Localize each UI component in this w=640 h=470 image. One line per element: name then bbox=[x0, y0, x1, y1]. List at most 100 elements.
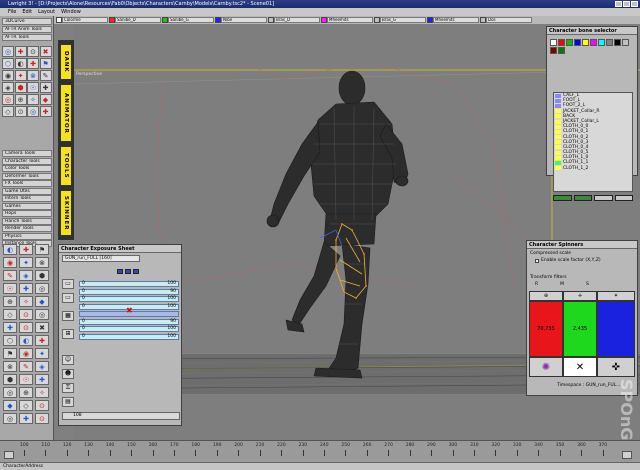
tool-icon[interactable]: ⊕ bbox=[3, 296, 17, 307]
tool-icon[interactable]: ◇ bbox=[3, 309, 17, 320]
attribute-label[interactable]: Colorme bbox=[62, 17, 108, 23]
filter-r[interactable]: R bbox=[535, 282, 538, 287]
menu-file[interactable]: File bbox=[8, 8, 16, 16]
exposure-row[interactable]: 0 90 bbox=[79, 318, 179, 325]
prev-key-button[interactable] bbox=[117, 269, 123, 274]
blue-spinner[interactable] bbox=[597, 301, 635, 357]
tool-icon[interactable]: ✎ bbox=[19, 361, 33, 372]
exposure-row[interactable]: 0 100 bbox=[79, 281, 179, 287]
tool-icon[interactable]: ⊙ bbox=[19, 309, 33, 320]
filter-s[interactable]: S bbox=[586, 282, 589, 287]
grid-icon[interactable]: ▦ bbox=[62, 311, 74, 321]
select-none-button[interactable] bbox=[573, 195, 592, 201]
tool-group-button[interactable]: Hops bbox=[2, 210, 52, 217]
tab-skinner[interactable]: SKINNER bbox=[60, 190, 72, 236]
options-button[interactable] bbox=[614, 195, 633, 201]
current-frame-field[interactable]: 108 bbox=[62, 412, 180, 420]
attribute-label[interactable]: Nibe bbox=[221, 17, 267, 23]
tool-icon[interactable]: ✦ bbox=[14, 70, 27, 81]
tool-icon[interactable]: ✚ bbox=[27, 58, 39, 69]
bone-color-swatch[interactable] bbox=[606, 39, 613, 46]
bone-list-item[interactable]: CLOTH_1_2 bbox=[554, 166, 632, 171]
timing-icon[interactable]: ⊞ bbox=[62, 329, 74, 339]
add-clip-icon[interactable]: ▭ bbox=[62, 279, 74, 289]
bone-color-swatch[interactable] bbox=[558, 47, 565, 54]
tool-icon[interactable]: ✚ bbox=[39, 82, 52, 93]
tool-icon[interactable]: ✧ bbox=[27, 94, 39, 105]
tool-icon[interactable]: ⊗ bbox=[27, 70, 39, 81]
attribute-label[interactable]: Sanibe_G bbox=[168, 17, 214, 23]
tool-icon[interactable]: ◎ bbox=[35, 283, 49, 294]
attribute-label[interactable]: Bras_D bbox=[274, 17, 320, 23]
bone-color-swatch[interactable] bbox=[566, 39, 573, 46]
menu-edit[interactable]: Edit bbox=[22, 8, 32, 16]
cross-axis-icon[interactable]: ✜ bbox=[597, 357, 635, 377]
tool-button[interactable]: AFTR Tools bbox=[2, 34, 52, 41]
select-all-button[interactable] bbox=[553, 195, 572, 201]
minimize-button[interactable] bbox=[615, 1, 622, 7]
tool-group-button[interactable]: Deformer Tools bbox=[2, 172, 52, 180]
tool-group-button[interactable]: Games bbox=[2, 202, 52, 210]
play-button[interactable] bbox=[125, 269, 131, 274]
tool-icon[interactable]: ◎ bbox=[2, 46, 14, 57]
tool-icon[interactable]: ⊙ bbox=[19, 322, 33, 333]
tool-icon[interactable]: ✚ bbox=[14, 46, 27, 57]
rotate-z-icon[interactable]: ✶ bbox=[597, 291, 635, 301]
tab-dank[interactable]: DANK bbox=[60, 44, 72, 80]
tool-icon[interactable]: ✦ bbox=[35, 348, 49, 359]
attribute-label[interactable]: Bras_G bbox=[380, 17, 426, 23]
exposure-row[interactable]: 0 100 bbox=[79, 326, 179, 332]
tool-icon[interactable]: ⬢ bbox=[35, 270, 49, 281]
bone-list[interactable]: CALF_L FOOT_L FOOT_2_L JACKET_Collar_R BACK J… bbox=[553, 92, 633, 192]
tool-icon[interactable]: ✧ bbox=[19, 296, 33, 307]
tool-group-button[interactable]: Character Tools bbox=[2, 157, 52, 165]
rotate-y-icon[interactable]: ✛ bbox=[563, 291, 597, 301]
tool-icon[interactable]: ✚ bbox=[35, 335, 49, 346]
tool-icon[interactable]: ◐ bbox=[19, 335, 33, 346]
tool-icon[interactable]: ◆ bbox=[35, 296, 49, 307]
tool-icon[interactable]: ⊕ bbox=[14, 94, 27, 105]
swirl-icon[interactable]: ✺ bbox=[529, 357, 563, 377]
key-icon[interactable]: ⚿ bbox=[62, 383, 74, 393]
bone-color-swatch[interactable] bbox=[558, 39, 565, 46]
maximize-button[interactable] bbox=[623, 1, 630, 7]
attribute-label[interactable]: Sanibe_D bbox=[115, 17, 161, 23]
bone-color-swatch[interactable] bbox=[582, 39, 589, 46]
tool-icon[interactable]: ◈ bbox=[35, 361, 49, 372]
tool-icon[interactable]: ◈ bbox=[19, 270, 33, 281]
tool-icon[interactable]: ⬡ bbox=[2, 58, 14, 69]
tool-icon[interactable]: ✚ bbox=[19, 244, 33, 255]
timeline-end-button[interactable] bbox=[622, 451, 632, 459]
tool-icon[interactable]: ◐ bbox=[3, 244, 17, 255]
tool-group-button[interactable]: Camera Tools bbox=[2, 150, 52, 157]
tab-animator[interactable]: ANIMATOR bbox=[60, 84, 72, 142]
menu-layout[interactable]: Layout bbox=[38, 8, 55, 16]
tool-group-button[interactable]: Render Tools bbox=[2, 225, 52, 232]
next-key-button[interactable] bbox=[133, 269, 139, 274]
tool-icon[interactable]: ◇ bbox=[19, 400, 33, 411]
tool-icon[interactable]: ◉ bbox=[2, 70, 14, 81]
menu-window[interactable]: Window bbox=[61, 8, 81, 16]
walk-icon[interactable]: ☺ bbox=[62, 355, 74, 365]
tool-icon[interactable]: ◉ bbox=[3, 257, 17, 268]
run-icon[interactable]: ☻ bbox=[62, 369, 74, 379]
enable-scale-checkbox[interactable] bbox=[535, 258, 539, 263]
cancel-icon[interactable]: ✕ bbox=[563, 357, 597, 377]
tool-icon[interactable]: ⊗ bbox=[35, 257, 49, 268]
tool-icon[interactable]: ⬢ bbox=[3, 374, 17, 385]
tool-group-button[interactable]: FX Tools bbox=[2, 180, 52, 187]
close-button[interactable] bbox=[631, 1, 638, 7]
tab-tools[interactable]: TOOLS bbox=[60, 146, 72, 186]
attribute-label[interactable]: Dos bbox=[486, 17, 532, 23]
tool-icon[interactable]: ◎ bbox=[3, 387, 17, 398]
tool-icon[interactable]: ⊗ bbox=[3, 361, 17, 372]
timeline[interactable]: 100 110 120 130 140 150 160 170 180 190 200 210 220 2… bbox=[0, 440, 640, 462]
tool-icon[interactable]: ⚑ bbox=[35, 244, 49, 255]
tool-icon[interactable]: ✚ bbox=[3, 322, 17, 333]
bone-color-swatch[interactable] bbox=[550, 39, 557, 46]
tool-icon[interactable]: ◆ bbox=[3, 400, 17, 411]
timeline-start-button[interactable] bbox=[4, 451, 14, 459]
tool-group-button[interactable]: Color Tools bbox=[2, 165, 52, 172]
bone-color-swatch[interactable] bbox=[590, 39, 597, 46]
tool-group-button[interactable]: Game Utils bbox=[2, 187, 52, 195]
